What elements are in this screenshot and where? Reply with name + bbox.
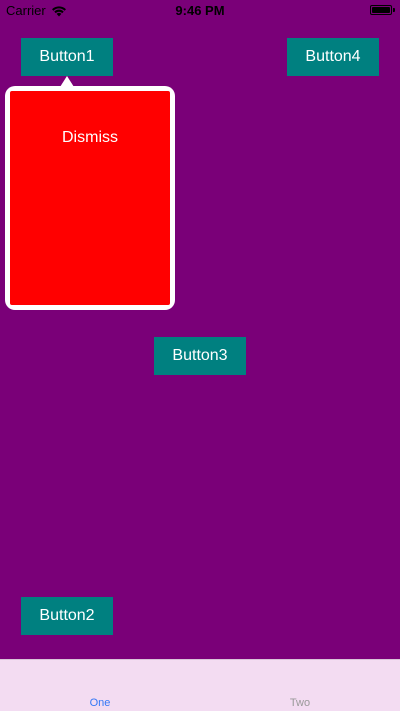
battery-icon — [370, 5, 392, 15]
dismiss-button[interactable]: Dismiss — [10, 129, 170, 147]
status-bar: Carrier 9:46 PM — [0, 0, 400, 22]
tab-bar: One Two — [0, 659, 400, 711]
button2[interactable]: Button2 — [21, 597, 113, 635]
button1[interactable]: Button1 — [21, 38, 113, 76]
popover: Dismiss — [5, 86, 175, 310]
battery-tip — [393, 8, 395, 12]
tab-two[interactable]: Two — [200, 697, 400, 709]
screen: Carrier 9:46 PM Button1 Button4 Dismiss … — [0, 0, 400, 711]
button4[interactable]: Button4 — [287, 38, 379, 76]
status-time: 9:46 PM — [175, 3, 225, 18]
popover-content: Dismiss — [10, 91, 170, 305]
button3[interactable]: Button3 — [154, 337, 246, 375]
tab-one[interactable]: One — [0, 697, 200, 709]
